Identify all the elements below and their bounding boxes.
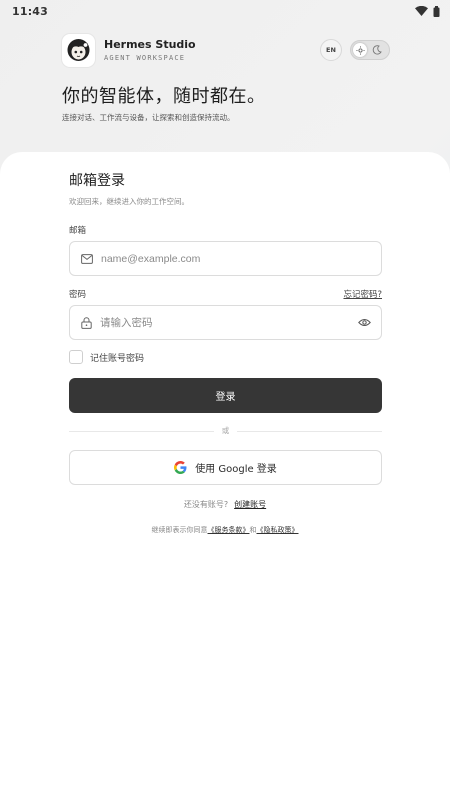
login-button[interactable]: 登录 bbox=[69, 378, 382, 413]
terms-of-service-link[interactable]: 《服务条款》 bbox=[208, 526, 250, 534]
remember-label[interactable]: 记住账号密码 bbox=[90, 351, 144, 364]
terms-prefix: 继续即表示你同意 bbox=[151, 526, 208, 534]
battery-icon bbox=[433, 5, 440, 17]
sun-icon bbox=[355, 45, 365, 55]
email-label: 邮箱 bbox=[69, 226, 87, 236]
privacy-policy-link[interactable]: 《隐私政策》 bbox=[257, 526, 299, 534]
theme-toggle[interactable] bbox=[350, 40, 390, 60]
terms-conjunction: 和 bbox=[249, 526, 257, 534]
terms-row: 继续即表示你同意《服务条款》和《隐私政策》 bbox=[0, 525, 450, 535]
email-field-box[interactable] bbox=[69, 241, 382, 276]
brand-name: Hermes Studio bbox=[104, 38, 196, 51]
wifi-icon bbox=[415, 6, 428, 16]
status-icons bbox=[415, 5, 440, 17]
mail-icon bbox=[81, 253, 93, 264]
brand-text: Hermes Studio AGENT WORKSPACE bbox=[104, 38, 196, 62]
divider: 或 bbox=[69, 425, 382, 437]
password-field-box[interactable] bbox=[69, 305, 382, 340]
lock-icon bbox=[81, 316, 92, 329]
theme-knob bbox=[353, 43, 367, 57]
create-account-link[interactable]: 创建账号 bbox=[234, 500, 266, 509]
email-field[interactable] bbox=[101, 252, 371, 265]
divider-line-right bbox=[237, 431, 382, 432]
brand: Hermes Studio AGENT WORKSPACE bbox=[62, 33, 196, 67]
forgot-password-link[interactable]: 忘记密码? bbox=[343, 288, 382, 300]
remember-checkbox[interactable] bbox=[69, 350, 83, 364]
form-subtitle: 欢迎回来，继续进入你的工作空间。 bbox=[69, 197, 189, 206]
logo-avatar bbox=[62, 33, 95, 67]
password-field[interactable] bbox=[100, 316, 358, 329]
google-login-label: 使用 Google 登录 bbox=[195, 464, 277, 475]
form-title: 邮箱登录 bbox=[69, 173, 125, 189]
avatar-illustration-icon bbox=[67, 38, 90, 61]
eye-icon[interactable] bbox=[358, 318, 371, 327]
header: Hermes Studio AGENT WORKSPACE EN bbox=[62, 33, 390, 67]
hero-subtitle: 连接对话、工作流与设备，让探索和创造保持流动。 bbox=[62, 113, 235, 122]
remember-row: 记住账号密码 bbox=[69, 350, 144, 364]
signup-row: 还没有账号? 创建账号 bbox=[0, 499, 450, 510]
moon-icon bbox=[372, 45, 382, 55]
google-icon bbox=[174, 461, 187, 474]
status-bar: 11:43 bbox=[0, 0, 450, 22]
status-time: 11:43 bbox=[12, 4, 49, 18]
google-login-button[interactable]: 使用 Google 登录 bbox=[69, 450, 382, 485]
signup-prompt: 还没有账号? bbox=[183, 500, 229, 509]
password-label: 密码 bbox=[69, 290, 87, 300]
language-button[interactable]: EN bbox=[320, 39, 342, 61]
brand-subtitle: AGENT WORKSPACE bbox=[104, 54, 186, 62]
hero-title: 你的智能体，随时都在。 bbox=[62, 86, 266, 107]
header-controls: EN bbox=[320, 39, 390, 61]
